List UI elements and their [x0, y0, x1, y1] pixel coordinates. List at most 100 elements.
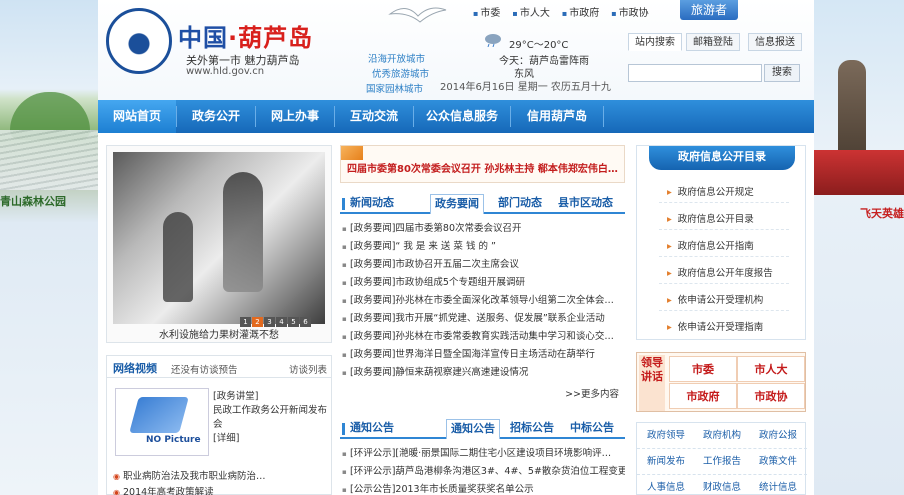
news-item[interactable]: [政务要闻]世界海洋日暨全国海洋宣传日主场活动在葫举行 [340, 346, 625, 364]
catalog-item[interactable]: 依申请公开受理指南 [667, 319, 764, 333]
catalog-item[interactable]: 政府信息公开年度报告 [667, 265, 773, 279]
interview-list-link[interactable]: 访谈列表 [289, 362, 327, 376]
rain-cloud-icon [485, 34, 501, 47]
nav-public-info[interactable]: 公众信息服务 [414, 100, 510, 133]
right-banner: 飞天英雄 [814, 0, 904, 495]
quick-link[interactable]: 政府领导 [639, 425, 693, 447]
search-input[interactable] [628, 64, 762, 82]
nav-home[interactable]: 网站首页 [98, 100, 176, 133]
video-panel-subtitle: 还没有访谈预告 [171, 365, 238, 376]
notice-label: 通知公告 [350, 421, 394, 434]
page-container: 中国·葫芦岛 关外第一市 魅力葫芦岛 www.hld.gov.cn 沿海开放城市… [98, 0, 814, 495]
site-name-red: 葫芦岛 [238, 24, 314, 52]
video-detail-link[interactable]: [详细] [213, 432, 329, 446]
slider-caption[interactable]: 水利设施给力果树灌溉不愁 [107, 326, 331, 341]
city-emblem-icon[interactable] [106, 8, 172, 74]
video-category: [政务讲堂] [213, 391, 259, 402]
video-list-item[interactable]: 职业病防治法及我市职业病防治… [113, 468, 266, 482]
leader-link-congress[interactable]: 市人大 [737, 356, 805, 382]
notice-item[interactable]: [环评公示][滟暖·丽景国际二期住宅小区建设项目环境影响评… [340, 445, 625, 463]
news-item[interactable]: [政务要闻]市政协召开五届二次主席会议 [340, 256, 625, 274]
top-links: 市委市人大市政府市政协 [473, 4, 661, 20]
video-panel-title[interactable]: 网络视频 [113, 360, 157, 376]
news-item[interactable]: [政务要闻]孙兆林在市委常委教育实践活动集中学习和谈心交… [340, 328, 625, 346]
news-item[interactable]: [政务要闻]“ 我 是 来 送 菜 钱 的 ” [340, 238, 625, 256]
left-banner-caption: 青山森林公园 [0, 195, 66, 208]
video-list-item[interactable]: 2014年高考政策解读 [113, 484, 214, 495]
tab-info-submit[interactable]: 信息报送 [748, 33, 802, 51]
nav-interaction[interactable]: 互动交流 [335, 100, 413, 133]
no-picture-label: NO Picture [146, 435, 201, 445]
video-description: [政务讲堂] 民政工作政务公开新闻发布会 [详细] [213, 390, 329, 446]
leader-link-government[interactable]: 市政府 [669, 383, 737, 409]
tab-notices[interactable]: 通知公告 [446, 419, 500, 439]
stairs-decoration [0, 130, 98, 190]
tab-dept-news[interactable]: 部门动态 [494, 194, 546, 214]
quick-link[interactable]: 人事信息 [639, 477, 693, 495]
catalog-item[interactable]: 政府信息公开规定 [667, 184, 754, 198]
notice-item[interactable]: [公示公告]2013年市长质量奖获奖名单公示 [340, 481, 625, 495]
news-item[interactable]: [政务要闻]市政协组成5个专题组开展调研 [340, 274, 625, 292]
notice-list: [环评公示][滟暖·丽景国际二期住宅小区建设项目环境影响评… [环评公示]葫芦岛… [340, 445, 625, 495]
site-name[interactable]: 中国·葫芦岛 [178, 18, 313, 53]
weather-condition: 雷阵雨 [559, 56, 589, 67]
quick-link[interactable]: 工作报告 [695, 451, 749, 473]
top-link-cppcc[interactable]: 市政协 [611, 4, 649, 19]
news-item[interactable]: [政务要闻]孙兆林在市委全面深化改革领导小组第二次全体会… [340, 292, 625, 310]
catalog-item[interactable]: 政府信息公开目录 [667, 211, 754, 225]
site-header: 中国·葫芦岛 关外第一市 魅力葫芦岛 www.hld.gov.cn 沿海开放城市… [98, 0, 814, 100]
search-tabs: 站内搜索 邮箱登陆 信息报送 [628, 33, 806, 51]
right-banner-caption: 飞天英雄 [860, 207, 904, 220]
tab-mail-login[interactable]: 邮箱登陆 [686, 33, 740, 51]
tourist-button[interactable]: 旅游者 [680, 0, 738, 20]
main-nav: 网站首页 政务公开 网上办事 互动交流 公众信息服务 信用葫芦岛 [98, 100, 814, 133]
leader-link-cppcc[interactable]: 市政协 [737, 383, 805, 409]
site-name-dot: · [228, 24, 239, 52]
headline-box: 四届市委第80次常委会议召开 孙兆林主持 郗本伟郑宏伟白… [340, 145, 625, 183]
quick-links-grid: 政府领导 政府机构 政府公报 新闻发布 工作报告 政策文件 人事信息 财政信息 … [636, 422, 807, 495]
leader-link-party[interactable]: 市委 [669, 356, 737, 382]
news-label: 新闻动态 [350, 196, 394, 209]
news-tabs: 新闻动态 政务要闻 部门动态 县市区动态 [340, 192, 625, 214]
tab-county-news[interactable]: 县市区动态 [554, 194, 617, 214]
catalog-item[interactable]: 政府信息公开指南 [667, 238, 754, 252]
quick-link[interactable]: 新闻发布 [639, 451, 693, 473]
quick-link[interactable]: 政府公报 [751, 425, 805, 447]
tab-gov-news[interactable]: 政务要闻 [430, 194, 484, 214]
quick-link[interactable]: 财政信息 [695, 477, 749, 495]
catalog-item[interactable]: 依申请公开受理机构 [667, 292, 764, 306]
tab-awards[interactable]: 中标公告 [566, 419, 618, 439]
search-button[interactable]: 搜索 [764, 64, 800, 82]
tab-tenders[interactable]: 招标公告 [506, 419, 558, 439]
news-block: 新闻动态 政务要闻 部门动态 县市区动态 [政务要闻]四届市委第80次常委会议召… [340, 192, 625, 407]
top-link-government[interactable]: 市政府 [562, 4, 599, 19]
catalog-title[interactable]: 政府信息公开目录 [649, 146, 795, 170]
news-item[interactable]: [政务要闻]四届市委第80次常委会议召开 [340, 220, 625, 238]
no-picture-icon [129, 397, 189, 433]
tab-site-search[interactable]: 站内搜索 [628, 33, 682, 51]
top-link-congress[interactable]: 市人大 [512, 4, 550, 19]
notice-marker-icon [342, 423, 345, 435]
quick-link[interactable]: 政府机构 [695, 425, 749, 447]
video-title-link[interactable]: 民政工作政务公开新闻发布会 [213, 404, 329, 432]
quick-link[interactable]: 政策文件 [751, 451, 805, 473]
news-item[interactable]: [政务要闻]我市开展“抓党建、送服务、促发展”联系企业活动 [340, 310, 625, 328]
notice-tabs: 通知公告 通知公告 招标公告 中标公告 [340, 417, 625, 439]
news-marker-icon [342, 198, 345, 210]
top-link-party-committee[interactable]: 市委 [473, 4, 500, 19]
nav-gov-affairs[interactable]: 政务公开 [177, 100, 255, 133]
quick-link[interactable]: 统计信息 [751, 477, 805, 495]
news-list: [政务要闻]四届市委第80次常委会议召开 [政务要闻]“ 我 是 来 送 菜 钱… [340, 220, 625, 382]
notice-item[interactable]: [环评公示]葫芦岛港柳条沟港区3#、4#、5#散杂货泊位工程变更… [340, 463, 625, 481]
video-thumbnail[interactable]: NO Picture [115, 388, 209, 456]
news-item[interactable]: [政务要闻]静恒来葫视察建兴高速建设情况 [340, 364, 625, 382]
news-more-link[interactable]: >>更多内容 [565, 386, 619, 400]
headline-flag-icon [341, 146, 363, 160]
slider-photo[interactable] [113, 152, 325, 324]
slider-dots: 123456 [239, 316, 311, 327]
headline-link[interactable]: 四届市委第80次常委会议召开 孙兆林主持 郗本伟郑宏伟白… [347, 160, 618, 175]
video-panel: 网络视频 还没有访谈预告 访谈列表 NO Picture [政务讲堂] 民政工作… [106, 355, 332, 495]
seagull-icon [388, 7, 447, 23]
nav-online-services[interactable]: 网上办事 [256, 100, 334, 133]
nav-credit[interactable]: 信用葫芦岛 [511, 100, 603, 133]
